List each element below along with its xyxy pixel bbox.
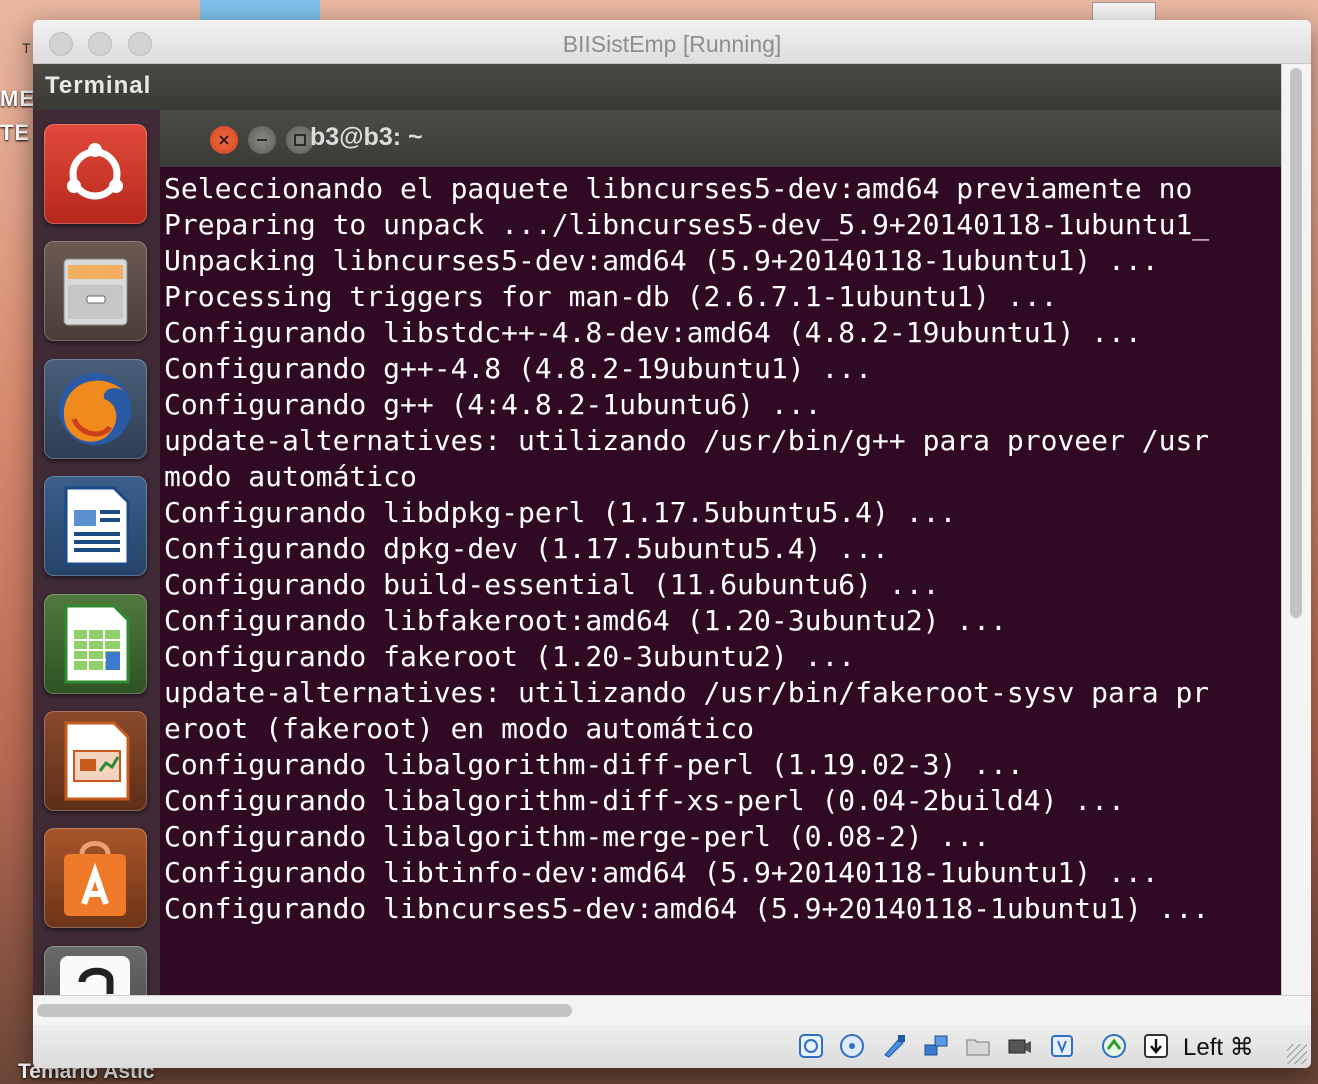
terminal-line: Configurando fakeroot (1.20-3ubuntu2) ..… — [164, 640, 856, 673]
terminal-line: update-alternatives: utilizando /usr/bin… — [164, 424, 1210, 457]
unity-top-panel: Terminal — [33, 64, 1281, 110]
terminal-line: Configurando libalgorithm-diff-perl (1.1… — [164, 748, 1024, 781]
terminal-line: Configurando g++-4.8 (4.8.2-19ubuntu1) .… — [164, 352, 873, 385]
desktop-window-peek — [200, 0, 320, 20]
terminal-line: modo automático — [164, 460, 417, 493]
writer-icon[interactable] — [44, 476, 147, 576]
terminal-line: Configurando libncurses5-dev:amd64 (5.9+… — [164, 892, 1210, 925]
window-title: BIISistEmp [Running] — [562, 31, 782, 57]
terminal-line: Configurando dpkg-dev (1.17.5ubuntu5.4) … — [164, 532, 889, 565]
desktop-label-1: ME — [0, 86, 35, 111]
network-icon[interactable] — [923, 1033, 949, 1059]
calc-icon[interactable] — [44, 594, 147, 694]
terminal-line: Unpacking libncurses5-dev:amd64 (5.9+201… — [164, 244, 1159, 277]
minimize-icon — [257, 139, 267, 141]
terminal-line: Configurando build-essential (11.6ubuntu… — [164, 568, 940, 601]
terminal-line: Seleccionando el paquete libncurses5-dev… — [164, 172, 1193, 205]
terminal-line: Configurando libtinfo-dev:amd64 (5.9+201… — [164, 856, 1159, 889]
vertical-scrollbar[interactable] — [1281, 64, 1311, 995]
horizontal-scrollbar[interactable] — [33, 995, 1311, 1026]
terminal-line: Configurando libalgorithm-diff-xs-perl (… — [164, 784, 1125, 817]
impress-icon[interactable] — [44, 711, 147, 811]
shared-folder-icon[interactable] — [965, 1033, 991, 1059]
vertical-scroll-thumb[interactable] — [1290, 68, 1302, 618]
window-titlebar[interactable]: BIISistEmp [Running] — [33, 20, 1311, 64]
horizontal-scroll-thumb[interactable] — [37, 1004, 572, 1017]
terminal-close-button[interactable] — [210, 126, 238, 154]
video-capture-icon[interactable] — [1007, 1033, 1033, 1059]
terminal-line: Configurando libalgorithm-merge-perl (0.… — [164, 820, 991, 853]
cpu-icon[interactable] — [1049, 1033, 1075, 1059]
firefox-icon[interactable] — [44, 359, 147, 459]
vm-status-bar: Left ⌘ — [33, 1025, 1311, 1068]
amazon-icon[interactable] — [44, 946, 147, 995]
active-app-title: Terminal — [45, 72, 152, 99]
host-key-label: Left ⌘ — [1183, 1034, 1254, 1061]
terminal-minimize-button[interactable] — [248, 126, 276, 154]
close-icon — [219, 135, 229, 145]
terminal-line: Configurando libfakeroot:amd64 (1.20-3ub… — [164, 604, 1007, 637]
ubuntu-dash-icon[interactable] — [44, 124, 147, 224]
usb-icon[interactable] — [881, 1033, 907, 1059]
hard-disk-icon[interactable] — [798, 1033, 824, 1059]
terminal-titlebar[interactable]: b3@b3: ~ — [160, 110, 1281, 167]
terminal-line: eroot (fakeroot) en modo automático — [164, 712, 755, 745]
terminal-line: Configurando libstdc++-4.8-dev:amd64 (4.… — [164, 316, 1142, 349]
unity-launcher — [33, 110, 161, 995]
mouse-integration-icon[interactable] — [1101, 1033, 1127, 1059]
keyboard-capture-icon[interactable] — [1143, 1033, 1169, 1059]
optical-disc-icon[interactable] — [839, 1033, 865, 1059]
terminal-title: b3@b3: ~ — [310, 123, 423, 151]
terminal-line: Configurando libdpkg-perl (1.17.5ubuntu5… — [164, 496, 957, 529]
terminal-line: Preparing to unpack .../libncurses5-dev_… — [164, 208, 1210, 241]
desktop-corner-letter: T — [22, 40, 31, 56]
software-center-icon[interactable] — [44, 828, 147, 928]
terminal-line: Processing triggers for man-db (2.6.7.1-… — [164, 280, 1058, 313]
terminal-line: Configurando g++ (4:4.8.2-1ubuntu6) ... — [164, 388, 822, 421]
guest-screen[interactable]: Terminal b3@b3: ~ Seleccionando el paque… — [33, 64, 1281, 995]
files-icon[interactable] — [44, 241, 147, 341]
resize-grip[interactable] — [1287, 1044, 1307, 1064]
desktop-label-2: TE — [0, 120, 31, 145]
terminal-line: update-alternatives: utilizando /usr/bin… — [164, 676, 1210, 709]
terminal-output[interactable]: Seleccionando el paquete libncurses5-dev… — [160, 167, 1281, 995]
virtualbox-window: BIISistEmp [Running] Terminal b3@b3: ~ S… — [33, 20, 1311, 1068]
